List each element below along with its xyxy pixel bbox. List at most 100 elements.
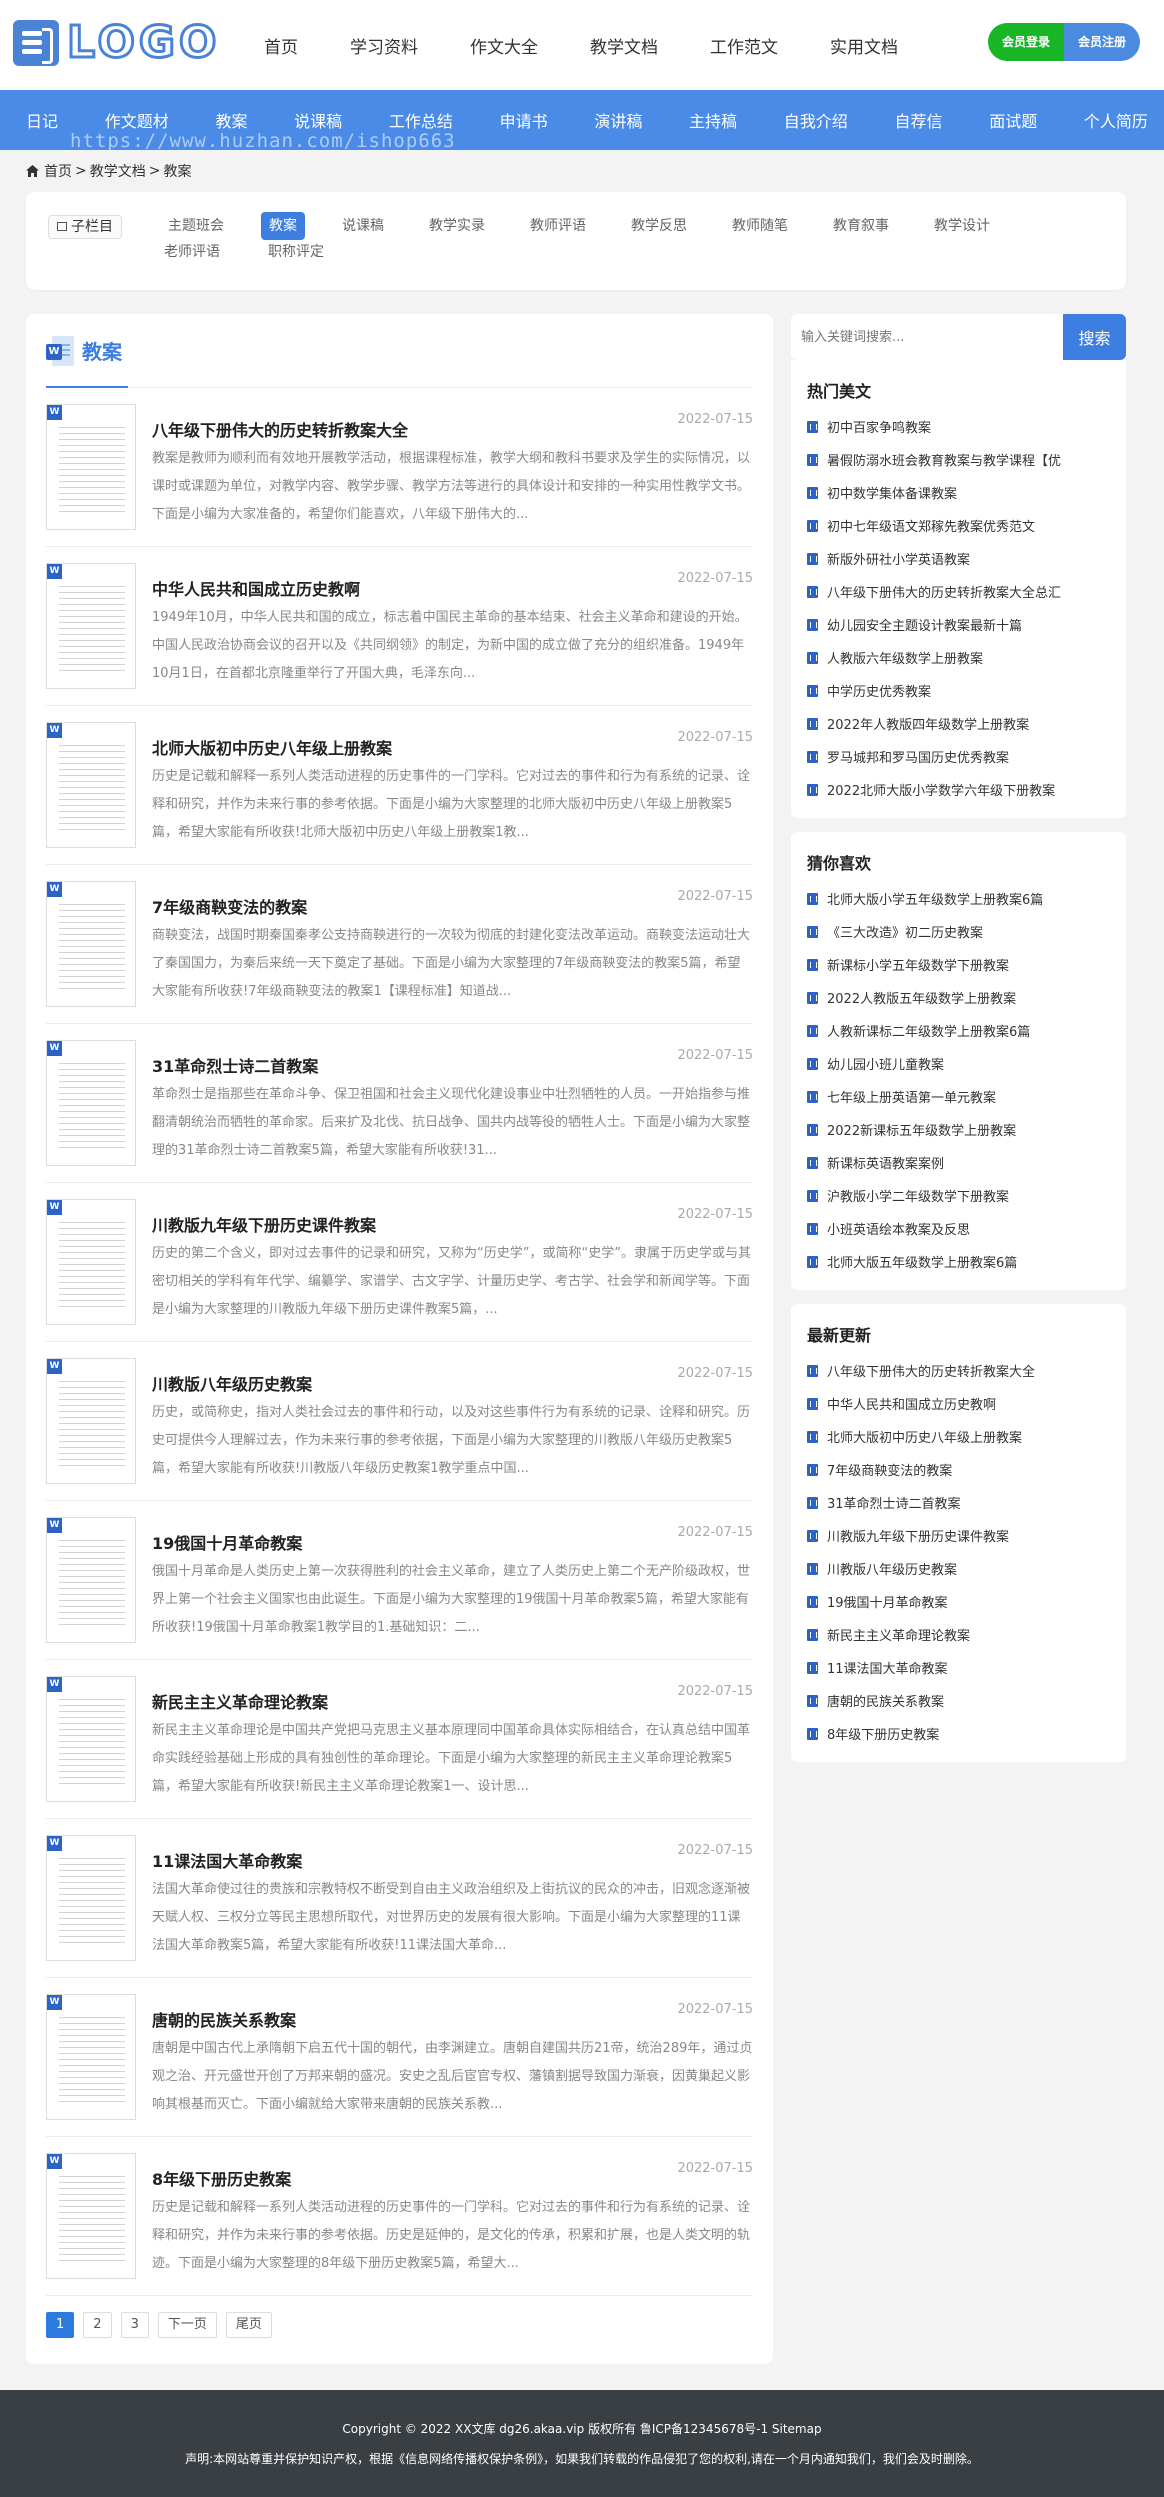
page-2[interactable]: 2: [83, 2312, 112, 2338]
item-title[interactable]: 11课法国大革命教案: [152, 1848, 753, 1872]
sidebar-link[interactable]: 中华人民共和国成立历史教啊: [807, 1387, 1110, 1420]
sidebar-link[interactable]: 31革命烈士诗二首教案: [807, 1486, 1110, 1519]
top-nav-practical[interactable]: 实用文档: [830, 33, 898, 58]
sidebar-link[interactable]: 新课标英语教案案例: [807, 1146, 1110, 1179]
list-item[interactable]: W 川教版八年级历史教案 2022-07-15 历史，或简称史，指对人类社会过去的事件…: [46, 1342, 753, 1501]
list-item[interactable]: W 31革命烈士诗二首教案 2022-07-15 革命烈士是指那些在革命斗争、保卫祖国…: [46, 1024, 753, 1183]
login-button[interactable]: 会员登录: [988, 23, 1064, 61]
item-title[interactable]: 川教版八年级历史教案: [152, 1371, 753, 1395]
item-title[interactable]: 8年级下册历史教案: [152, 2166, 753, 2190]
document-thumbnail[interactable]: W: [46, 1040, 136, 1166]
sidebar-link[interactable]: 小班英语绘本教案及反思: [807, 1212, 1110, 1245]
category-cover-letters[interactable]: 自荐信: [894, 108, 942, 132]
subcolumn-lesson-plans[interactable]: 教案: [261, 212, 305, 240]
category-diary[interactable]: 日记: [26, 108, 58, 132]
document-thumbnail[interactable]: W: [46, 563, 136, 689]
sidebar-link[interactable]: 暑假防溺水班会教育教案与教学课程【优: [807, 443, 1110, 476]
document-thumbnail[interactable]: W: [46, 1199, 136, 1325]
category-interview[interactable]: 面试题: [989, 108, 1037, 132]
register-button[interactable]: 会员注册: [1064, 23, 1140, 61]
sidebar-link[interactable]: 人教新课标二年级数学上册教案6篇: [807, 1014, 1110, 1047]
item-title[interactable]: 新民主主义革命理论教案: [152, 1689, 753, 1713]
subcolumn-teacher-remarks[interactable]: 老师评语: [156, 238, 228, 266]
subcolumn-reflections[interactable]: 教学反思: [623, 212, 695, 240]
category-resume[interactable]: 个人简历: [1084, 108, 1148, 132]
subcolumn-essays[interactable]: 教师随笔: [724, 212, 796, 240]
subcolumn-teacher-comments[interactable]: 教师评语: [522, 212, 594, 240]
item-title[interactable]: 31革命烈士诗二首教案: [152, 1053, 753, 1077]
top-nav-home[interactable]: 首页: [264, 33, 298, 58]
list-item[interactable]: W 新民主主义革命理论教案 2022-07-15 新民主主义革命理论是中国共产党把马克…: [46, 1660, 753, 1819]
search-input[interactable]: [791, 314, 1063, 360]
list-item[interactable]: W 八年级下册伟大的历史转折教案大全 2022-07-15 教案是教师为顺利而有效地开…: [46, 388, 753, 547]
top-nav-work[interactable]: 工作范文: [710, 33, 778, 58]
document-thumbnail[interactable]: W: [46, 1676, 136, 1802]
page-1[interactable]: 1: [46, 2312, 75, 2338]
sidebar-link[interactable]: 人教版六年级数学上册教案: [807, 641, 1110, 674]
item-title[interactable]: 唐朝的民族关系教案: [152, 2007, 753, 2031]
sidebar-link[interactable]: 新版外研社小学英语教案: [807, 542, 1110, 575]
list-item[interactable]: W 川教版九年级下册历史课件教案 2022-07-15 历史的第二个含义，即对过去事件…: [46, 1183, 753, 1342]
page-3[interactable]: 3: [120, 2312, 149, 2338]
sidebar-link[interactable]: 中学历史优秀教案: [807, 674, 1110, 707]
item-title[interactable]: 川教版九年级下册历史课件教案: [152, 1212, 753, 1236]
breadcrumb-teaching[interactable]: 教学文档: [90, 161, 146, 181]
sidebar-link[interactable]: 八年级下册伟大的历史转折教案大全: [807, 1354, 1110, 1387]
sidebar-link[interactable]: 11课法国大革命教案: [807, 1651, 1110, 1684]
list-item[interactable]: W 8年级下册历史教案 2022-07-15 历史是记载和解释一系列人类活动进程的历史…: [46, 2137, 753, 2296]
subcolumn-lecture-notes[interactable]: 说课稿: [334, 212, 392, 240]
sidebar-link[interactable]: 19俄国十月革命教案: [807, 1585, 1110, 1618]
category-lesson-plans[interactable]: 教案: [215, 108, 247, 132]
sidebar-link[interactable]: 北师大版小学五年级数学上册教案6篇: [807, 882, 1110, 915]
sidebar-link[interactable]: 初中七年级语文郑稼先教案优秀范文: [807, 509, 1110, 542]
sidebar-link[interactable]: 《三大改造》初二历史教案: [807, 915, 1110, 948]
top-nav-study[interactable]: 学习资料: [350, 33, 418, 58]
top-nav-essays[interactable]: 作文大全: [470, 33, 538, 58]
item-title[interactable]: 7年级商鞅变法的教案: [152, 894, 753, 918]
sidebar-link[interactable]: 2022新课标五年级数学上册教案: [807, 1113, 1110, 1146]
sidebar-link[interactable]: 沪教版小学二年级数学下册教案: [807, 1179, 1110, 1212]
site-logo[interactable]: LOGO: [13, 18, 220, 67]
list-item[interactable]: W 7年级商鞅变法的教案 2022-07-15 商鞅变法，战国时期秦国秦孝公支持商鞅进…: [46, 865, 753, 1024]
list-item[interactable]: W 唐朝的民族关系教案 2022-07-15 唐朝是中国古代上承隋朝下启五代十国的朝代…: [46, 1978, 753, 2137]
sidebar-link[interactable]: 八年级下册伟大的历史转折教案大全总汇: [807, 575, 1110, 608]
sidebar-link[interactable]: 初中百家争鸣教案: [807, 410, 1110, 443]
category-applications[interactable]: 申请书: [500, 108, 548, 132]
sidebar-link[interactable]: 新民主主义革命理论教案: [807, 1618, 1110, 1651]
search-button[interactable]: 搜索: [1063, 314, 1126, 360]
category-self-intro[interactable]: 自我介绍: [784, 108, 848, 132]
sidebar-link[interactable]: 初中数学集体备课教案: [807, 476, 1110, 509]
sidebar-link[interactable]: 2022人教版五年级数学上册教案: [807, 981, 1110, 1014]
sidebar-link[interactable]: 8年级下册历史教案: [807, 1717, 1110, 1750]
subcolumn-teaching-records[interactable]: 教学实录: [421, 212, 493, 240]
sidebar-link[interactable]: 7年级商鞅变法的教案: [807, 1453, 1110, 1486]
sidebar-link[interactable]: 幼儿园安全主题设计教案最新十篇: [807, 608, 1110, 641]
sidebar-link[interactable]: 幼儿园小班儿童教案: [807, 1047, 1110, 1080]
sidebar-link[interactable]: 2022年人教版四年级数学上册教案: [807, 707, 1110, 740]
category-work-summary[interactable]: 工作总结: [389, 108, 453, 132]
sidebar-link[interactable]: 唐朝的民族关系教案: [807, 1684, 1110, 1717]
category-lecture-notes[interactable]: 说课稿: [294, 108, 342, 132]
category-speeches[interactable]: 演讲稿: [594, 108, 642, 132]
sidebar-link[interactable]: 七年级上册英语第一单元教案: [807, 1080, 1110, 1113]
sidebar-link[interactable]: 2022北师大版小学数学六年级下册教案: [807, 773, 1110, 806]
document-thumbnail[interactable]: W: [46, 722, 136, 848]
category-essay-topics[interactable]: 作文题材: [105, 108, 169, 132]
item-title[interactable]: 19俄国十月革命教案: [152, 1530, 753, 1554]
document-thumbnail[interactable]: W: [46, 404, 136, 530]
list-item[interactable]: W 中华人民共和国成立历史教啊 2022-07-15 1949年10月，中华人民共和国…: [46, 547, 753, 706]
next-page-button[interactable]: 下一页: [157, 2312, 217, 2338]
top-nav-teaching[interactable]: 教学文档: [590, 33, 658, 58]
item-title[interactable]: 八年级下册伟大的历史转折教案大全: [152, 417, 753, 441]
subcolumn-narratives[interactable]: 教育叙事: [825, 212, 897, 240]
list-item[interactable]: W 11课法国大革命教案 2022-07-15 法国大革命使过往的贵族和宗教特权不断受…: [46, 1819, 753, 1978]
sidebar-link[interactable]: 川教版八年级历史教案: [807, 1552, 1110, 1585]
sidebar-link[interactable]: 川教版九年级下册历史课件教案: [807, 1519, 1110, 1552]
document-thumbnail[interactable]: W: [46, 2153, 136, 2279]
list-item[interactable]: W 19俄国十月革命教案 2022-07-15 俄国十月革命是人类历史上第一次获得胜利…: [46, 1501, 753, 1660]
list-item[interactable]: W 北师大版初中历史八年级上册教案 2022-07-15 历史是记载和解释一系列人类活…: [46, 706, 753, 865]
subcolumn-design[interactable]: 教学设计: [926, 212, 998, 240]
item-title[interactable]: 中华人民共和国成立历史教啊: [152, 576, 753, 600]
item-title[interactable]: 北师大版初中历史八年级上册教案: [152, 735, 753, 759]
document-thumbnail[interactable]: W: [46, 1358, 136, 1484]
